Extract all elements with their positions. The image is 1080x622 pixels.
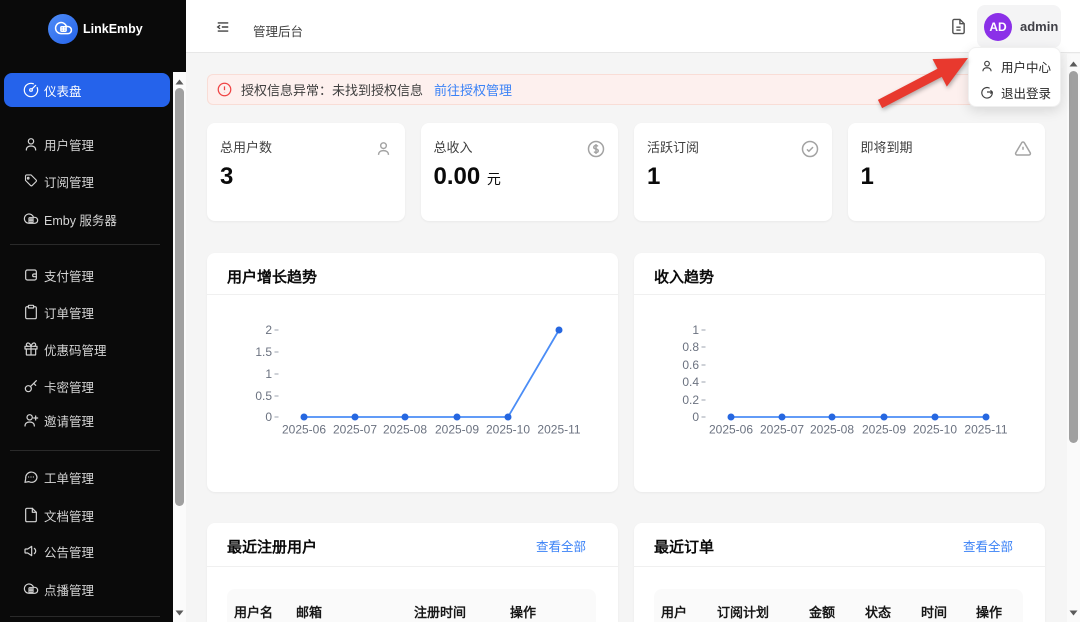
svg-text:2025-06: 2025-06: [709, 423, 753, 437]
svg-text:0.5: 0.5: [255, 389, 272, 403]
svg-text:2025-10: 2025-10: [486, 423, 530, 437]
svg-text:1: 1: [265, 367, 272, 381]
svg-text:2025-08: 2025-08: [383, 423, 427, 437]
svg-text:2025-07: 2025-07: [760, 423, 804, 437]
svg-text:0.2: 0.2: [682, 393, 699, 407]
svg-text:2025-09: 2025-09: [862, 423, 906, 437]
svg-text:0.8: 0.8: [682, 340, 699, 354]
svg-text:2025-11: 2025-11: [964, 423, 1007, 437]
svg-text:0.4: 0.4: [682, 375, 699, 389]
svg-text:2025-11: 2025-11: [537, 423, 580, 437]
svg-text:2025-07: 2025-07: [333, 423, 377, 437]
svg-text:2: 2: [265, 323, 272, 337]
svg-text:1.5: 1.5: [255, 345, 272, 359]
svg-text:2025-10: 2025-10: [913, 423, 957, 437]
svg-text:2025-08: 2025-08: [810, 423, 854, 437]
svg-text:0: 0: [692, 410, 699, 424]
svg-text:1: 1: [692, 323, 699, 337]
svg-text:2025-06: 2025-06: [282, 423, 326, 437]
svg-text:2025-09: 2025-09: [435, 423, 479, 437]
svg-text:0: 0: [265, 410, 272, 424]
svg-text:0.6: 0.6: [682, 358, 699, 372]
